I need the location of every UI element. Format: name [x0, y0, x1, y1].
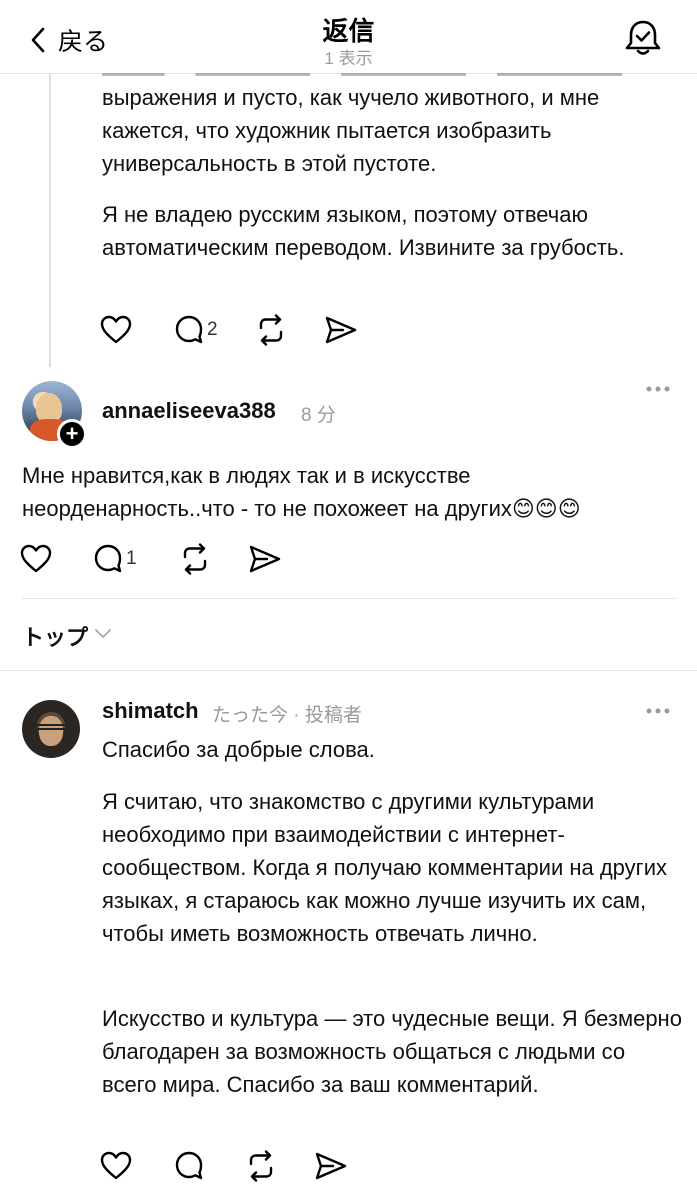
- heart-icon: [100, 1151, 132, 1181]
- top-nav-bar: 戻る 返信 1 表示: [0, 0, 697, 74]
- divider: [22, 598, 677, 599]
- more-options-button[interactable]: [645, 382, 671, 400]
- reply-button[interactable]: 1: [92, 543, 137, 575]
- like-button[interactable]: [100, 315, 132, 345]
- repost-button[interactable]: [178, 543, 212, 575]
- repost-icon: [244, 1150, 278, 1182]
- replies-screen: 戻る 返信 1 表示 выражения и пусто, как чучело…: [0, 0, 697, 1200]
- comment-paragraph: Искусство и культура — это чудесные вещи…: [102, 1006, 682, 1097]
- comment-bubble-icon: [92, 543, 124, 575]
- more-options-button[interactable]: [645, 704, 671, 722]
- clipped-text-line: [102, 70, 622, 78]
- sort-label: トップ: [22, 625, 89, 650]
- heart-icon: [20, 544, 52, 574]
- comment-paragraph: Спасибо за добрые слова.: [102, 737, 375, 762]
- reply-button[interactable]: 2: [173, 314, 218, 346]
- thread-connector-line: [49, 74, 51, 367]
- send-icon: [314, 1151, 348, 1181]
- username[interactable]: shimatch: [102, 698, 199, 724]
- repost-icon: [178, 543, 212, 575]
- share-button[interactable]: [314, 1151, 348, 1181]
- reply-paragraph: Я не владею русским языком, поэтому отве…: [102, 202, 625, 260]
- plus-icon: +: [65, 421, 79, 446]
- username[interactable]: annaeliseeva388: [102, 398, 276, 424]
- like-button[interactable]: [20, 544, 52, 574]
- bell-check-icon: [622, 20, 664, 63]
- send-icon: [248, 544, 282, 574]
- sort-selector[interactable]: トップ: [22, 620, 112, 652]
- reply-paragraph: выражения и пусто, как чучело животного,…: [102, 85, 600, 176]
- comment-actions: [100, 1148, 348, 1184]
- comment-bubble-icon: [173, 314, 205, 346]
- like-button[interactable]: [100, 1151, 132, 1181]
- comment-paragraph: Я считаю, что знакомство с другими культ…: [102, 789, 667, 946]
- timestamp-author-tag: たった今 · 投稿者: [212, 705, 362, 726]
- reply-count: 1: [126, 548, 137, 569]
- reply-actions: 2: [100, 312, 358, 348]
- share-button[interactable]: [248, 544, 282, 574]
- reply-button[interactable]: [173, 1150, 205, 1182]
- more-dots-icon: [645, 382, 671, 399]
- timestamp: 8 分: [301, 405, 336, 426]
- comment-text: Мне нравится,как в людях так и в искусст…: [22, 463, 581, 521]
- comment-actions: 1: [20, 541, 282, 577]
- avatar[interactable]: [22, 700, 80, 758]
- reply-count: 2: [207, 319, 218, 340]
- more-dots-icon: [645, 704, 671, 721]
- send-icon: [324, 315, 358, 345]
- page-title: 返信: [322, 16, 375, 46]
- view-count: 1 表示: [324, 49, 373, 68]
- notifications-button[interactable]: [622, 17, 664, 64]
- comment-bubble-icon: [173, 1150, 205, 1182]
- avatar-face: [39, 716, 63, 746]
- follow-button[interactable]: +: [57, 419, 87, 449]
- repost-button[interactable]: [254, 314, 288, 346]
- heart-icon: [100, 315, 132, 345]
- share-button[interactable]: [324, 315, 358, 345]
- avatar-glasses: [37, 724, 65, 730]
- chevron-down-icon: [88, 627, 112, 645]
- divider: [0, 670, 697, 671]
- repost-icon: [254, 314, 288, 346]
- repost-button[interactable]: [244, 1150, 278, 1182]
